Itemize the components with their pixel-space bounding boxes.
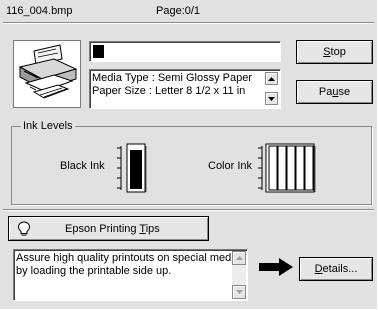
header-divider (3, 22, 374, 23)
printer-icon (18, 44, 78, 99)
filename-label: 116_004.bmp (6, 5, 73, 17)
paper-size-text: Paper Size : Letter 8 1/2 x 11 in (92, 85, 246, 97)
lightbulb-icon (17, 220, 31, 235)
progress-fill (93, 45, 104, 58)
media-info-box: Media Type : Semi Glossy Paper Paper Siz… (89, 69, 281, 109)
arrow-up-icon (235, 256, 243, 260)
printer-icon-frame (13, 40, 81, 108)
tips-scroll-down-button[interactable] (232, 285, 246, 299)
color-ink-bar (286, 145, 296, 191)
media-scroll-down-button[interactable] (265, 92, 278, 105)
color-ink-bar (268, 145, 278, 191)
arrow-down-icon (268, 96, 275, 101)
color-ink-label: Color Ink (208, 160, 253, 172)
ink-levels-label: Ink Levels (21, 120, 75, 132)
tips-button-label: Epson Printing Tips (65, 222, 160, 235)
arrow-down-icon (235, 290, 243, 294)
color-ink-bar (295, 145, 305, 191)
color-ink-gauge (256, 142, 320, 194)
black-ink-gauge (113, 142, 153, 194)
pause-button[interactable]: Pause (296, 80, 373, 104)
epson-printing-tips-button[interactable]: Epson Printing Tips (8, 216, 209, 241)
tips-text-box: Assure high quality printouts on special… (13, 249, 248, 301)
stop-label: Stop (323, 46, 346, 58)
media-scroll-up-button[interactable] (265, 72, 278, 85)
progress-bar (89, 41, 281, 62)
arrow-right-icon (259, 258, 293, 276)
color-ink-bar (277, 145, 287, 191)
color-ink-bar (304, 145, 314, 191)
black-ink-fill (130, 150, 142, 189)
tips-text-line1: Assure high quality printouts on special… (16, 252, 231, 264)
tips-text-line2: by loading the printable side up. (16, 265, 172, 277)
tips-scroll-up-button[interactable] (232, 251, 246, 265)
progress-meter-window: 116_004.bmp Page:0/1 Media Type : Semi G… (0, 0, 377, 309)
details-label: Details... (314, 263, 358, 275)
stop-button[interactable]: Stop (296, 40, 373, 64)
arrow-up-icon (268, 76, 275, 81)
black-ink-label: Black Ink (60, 160, 105, 172)
media-type-text: Media Type : Semi Glossy Paper (92, 72, 252, 84)
details-button[interactable]: Details... (299, 257, 373, 281)
page-counter: Page:0/1 (156, 5, 201, 17)
pause-label: Pause (318, 86, 351, 98)
tips-divider (3, 209, 374, 210)
